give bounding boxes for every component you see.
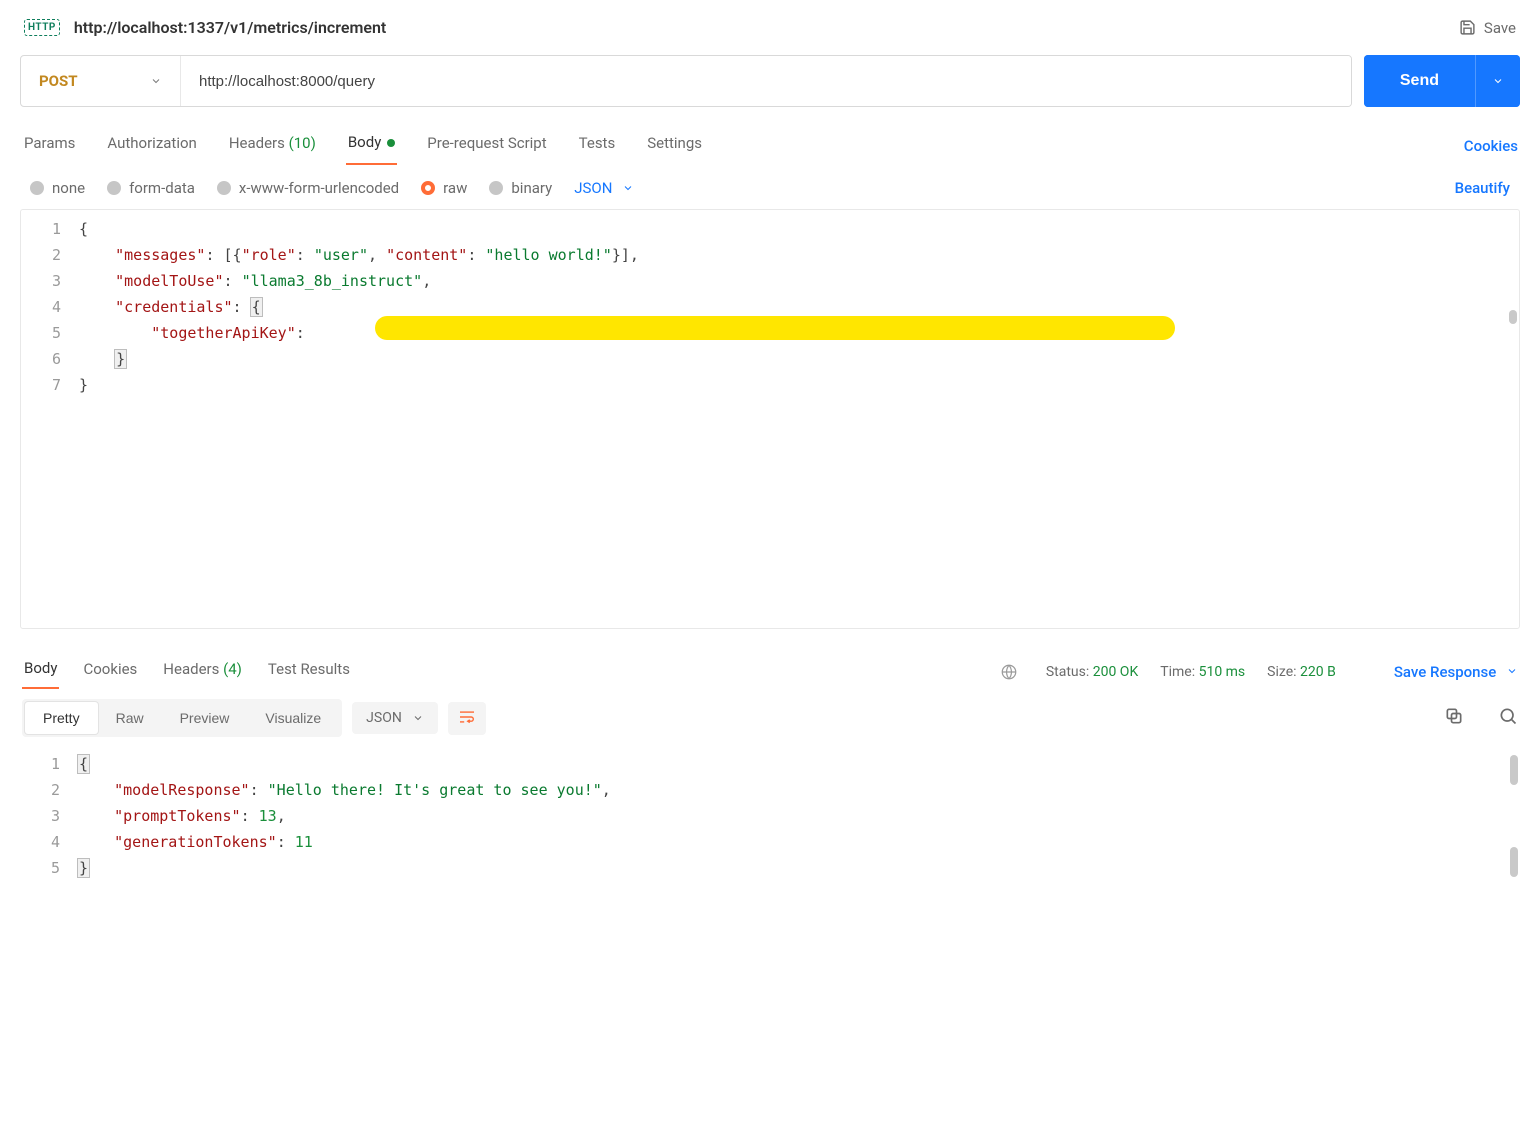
tab-body[interactable]: Body bbox=[346, 127, 397, 165]
status-meta: Status: 200 OK bbox=[1046, 664, 1138, 680]
size-meta: Size: 220 B bbox=[1267, 664, 1336, 680]
cookies-link[interactable]: Cookies bbox=[1464, 137, 1518, 155]
view-visualize[interactable]: Visualize bbox=[247, 702, 339, 734]
code-token: "modelToUse" bbox=[115, 272, 223, 290]
code-token: "Hello there! It's great to see you!" bbox=[268, 781, 602, 799]
save-label: Save bbox=[1484, 19, 1516, 37]
code-token: "generationTokens" bbox=[114, 833, 277, 851]
raw-subtype-select[interactable]: JSON bbox=[574, 179, 634, 197]
code-token: { bbox=[79, 220, 88, 238]
view-preview[interactable]: Preview bbox=[162, 702, 248, 734]
method-value: POST bbox=[39, 72, 78, 90]
body-type-raw-label: raw bbox=[443, 179, 467, 197]
response-scrollbar[interactable] bbox=[1510, 755, 1518, 785]
view-pretty[interactable]: Pretty bbox=[25, 702, 98, 734]
method-select[interactable]: POST bbox=[21, 56, 181, 106]
response-body-viewer[interactable]: 1{ 2 "modelResponse": "Hello there! It's… bbox=[20, 747, 1520, 1027]
response-tab-headers-count: (4) bbox=[223, 660, 242, 678]
body-type-binary[interactable]: binary bbox=[489, 179, 552, 197]
code-token: "content" bbox=[386, 246, 467, 264]
code-token: "user" bbox=[314, 246, 368, 264]
chevron-down-icon bbox=[1492, 75, 1504, 87]
response-scrollbar[interactable] bbox=[1510, 847, 1518, 877]
code-token: 11 bbox=[295, 833, 313, 851]
search-response-button[interactable] bbox=[1498, 706, 1518, 730]
raw-subtype-label: JSON bbox=[574, 179, 612, 197]
body-type-urlenc-label: x-www-form-urlencoded bbox=[239, 179, 399, 197]
globe-icon[interactable] bbox=[1000, 663, 1018, 681]
chevron-down-icon bbox=[150, 75, 162, 87]
body-type-form-data[interactable]: form-data bbox=[107, 179, 195, 197]
wrap-icon bbox=[458, 710, 476, 724]
http-badge-icon: HTTP bbox=[24, 19, 60, 36]
body-type-binary-label: binary bbox=[511, 179, 552, 197]
body-type-raw[interactable]: raw bbox=[421, 179, 467, 197]
code-token: } bbox=[79, 376, 88, 394]
tab-headers[interactable]: Headers (10) bbox=[227, 128, 318, 164]
response-tab-headers[interactable]: Headers (4) bbox=[161, 656, 244, 688]
view-raw[interactable]: Raw bbox=[98, 702, 162, 734]
tab-headers-count: (10) bbox=[289, 134, 316, 152]
tab-authorization[interactable]: Authorization bbox=[105, 128, 198, 164]
body-type-form-label: form-data bbox=[129, 179, 195, 197]
code-token: "role" bbox=[242, 246, 296, 264]
send-dropdown[interactable] bbox=[1475, 55, 1520, 107]
editor-scrollbar[interactable] bbox=[1509, 310, 1517, 324]
request-title: http://localhost:1337/v1/metrics/increme… bbox=[74, 18, 386, 37]
tab-tests[interactable]: Tests bbox=[577, 128, 618, 164]
response-tab-test-results[interactable]: Test Results bbox=[266, 656, 352, 688]
response-tab-headers-label: Headers bbox=[163, 660, 219, 678]
code-token: 13 bbox=[259, 807, 277, 825]
response-tab-cookies[interactable]: Cookies bbox=[81, 656, 139, 688]
code-token: "promptTokens" bbox=[114, 807, 240, 825]
url-input[interactable] bbox=[181, 56, 1351, 106]
time-meta: Time: 510 ms bbox=[1160, 664, 1245, 680]
save-icon bbox=[1459, 19, 1476, 36]
code-token: "togetherApiKey" bbox=[151, 324, 296, 342]
copy-icon bbox=[1444, 706, 1464, 726]
body-type-none-label: none bbox=[52, 179, 85, 197]
response-format-select[interactable]: JSON bbox=[352, 702, 438, 734]
tab-settings[interactable]: Settings bbox=[645, 128, 704, 164]
send-button[interactable]: Send bbox=[1364, 55, 1475, 107]
save-response-button[interactable]: Save Response bbox=[1394, 663, 1518, 681]
response-view-segment: Pretty Raw Preview Visualize bbox=[22, 699, 342, 737]
code-token: "messages" bbox=[115, 246, 205, 264]
code-token: "credentials" bbox=[115, 298, 232, 316]
request-body-editor[interactable]: 1{ 2 "messages": [{"role": "user", "cont… bbox=[20, 209, 1520, 629]
code-token: "modelResponse" bbox=[114, 781, 249, 799]
chevron-down-icon bbox=[1506, 665, 1518, 677]
response-format-label: JSON bbox=[366, 710, 402, 726]
code-token: "hello world!" bbox=[485, 246, 611, 264]
wrap-lines-button[interactable] bbox=[448, 702, 486, 735]
code-token: "llama3_8b_instruct" bbox=[242, 272, 423, 290]
copy-response-button[interactable] bbox=[1444, 706, 1464, 730]
body-type-urlencoded[interactable]: x-www-form-urlencoded bbox=[217, 179, 399, 197]
tab-params[interactable]: Params bbox=[22, 128, 77, 164]
tab-prerequest[interactable]: Pre-request Script bbox=[425, 128, 548, 164]
response-tab-body[interactable]: Body bbox=[22, 655, 59, 689]
chevron-down-icon bbox=[412, 712, 424, 724]
body-type-none[interactable]: none bbox=[30, 179, 85, 197]
chevron-down-icon bbox=[622, 182, 634, 194]
search-icon bbox=[1498, 706, 1518, 726]
tab-headers-label: Headers bbox=[229, 134, 285, 152]
save-button[interactable]: Save bbox=[1459, 19, 1516, 37]
beautify-link[interactable]: Beautify bbox=[1455, 179, 1510, 197]
